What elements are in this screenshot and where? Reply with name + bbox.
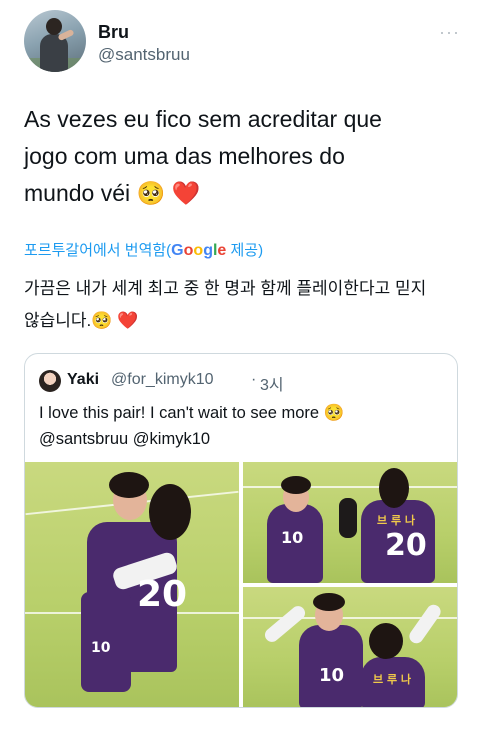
jersey-name: 브 루 나 [373,673,412,686]
translated-text-line: 않습니다.🥺 ❤️ [24,311,139,330]
quoted-timestamp: 3시 [260,377,284,394]
more-icon[interactable]: ··· [439,22,460,43]
jersey-number: 20 [385,528,427,563]
jersey-number: 20 [137,574,188,615]
photo-hug[interactable]: 20 10 [25,462,239,707]
player-hair [379,468,409,508]
tweet-text-line: jogo com uma das melhores do [24,143,345,169]
tweet-text-line: As vezes eu fico sem acreditar que [24,106,382,132]
tweet-text-line: mundo véi 🥺 ❤️ [24,180,201,206]
translation-prefix: 포르투갈어에서 번역함( [24,242,172,259]
court-line [243,486,457,488]
translation-suffix: 제공) [226,242,264,259]
photo-celebrate[interactable]: 10 브 루 나 20 [243,462,457,583]
author-handle[interactable]: @santsbruu [98,45,190,65]
google-logo: Google [171,242,227,259]
shorts-number: 10 [91,640,111,656]
quoted-author-avatar [39,370,61,392]
translated-text: 가끔은 내가 세계 최고 중 한 명과 함께 플레이한다고 믿지 않습니다.🥺 … [24,273,464,337]
photo-high-five[interactable]: 10 브 루 나 [243,587,457,707]
player-hair [109,472,149,498]
jersey-number: 10 [281,528,304,547]
quoted-text-line: I love this pair! I can't wait to see mo… [39,404,345,422]
quoted-author-handle: @for_kimyk10 [111,371,214,388]
tweet-header: Bru @santsbruu ··· [24,10,460,80]
media-grid: 20 10 10 브 루 나 20 10 브 루 나 [25,462,457,707]
quoted-tweet-card[interactable]: Yaki @for_kimyk10 · 3시 I love this pair!… [24,353,458,708]
quoted-separator: · [251,371,257,388]
author-avatar[interactable] [24,10,86,72]
avatar-figure-body [40,34,68,72]
player-hair [313,593,345,611]
translated-text-line: 가끔은 내가 세계 최고 중 한 명과 함께 플레이한다고 믿지 [24,279,427,298]
jersey-number: 10 [319,665,345,686]
jersey-name: 브 루 나 [377,514,416,527]
quoted-text-line: @santsbruu @kimyk10 [39,430,211,448]
arm-sleeve [339,498,357,538]
avatar-figure-head [46,18,62,35]
quoted-author-name: Yaki [67,371,100,388]
tweet-text: As vezes eu fico sem acreditar que jogo … [24,101,464,212]
player-hair [281,476,311,494]
translation-attribution[interactable]: 포르투갈어에서 번역함(Google 제공) [24,239,263,260]
author-display-name[interactable]: Bru [98,22,129,43]
player-hair [369,623,403,659]
player-hair [149,484,191,540]
quoted-tweet-text: I love this pair! I can't wait to see mo… [39,400,444,452]
